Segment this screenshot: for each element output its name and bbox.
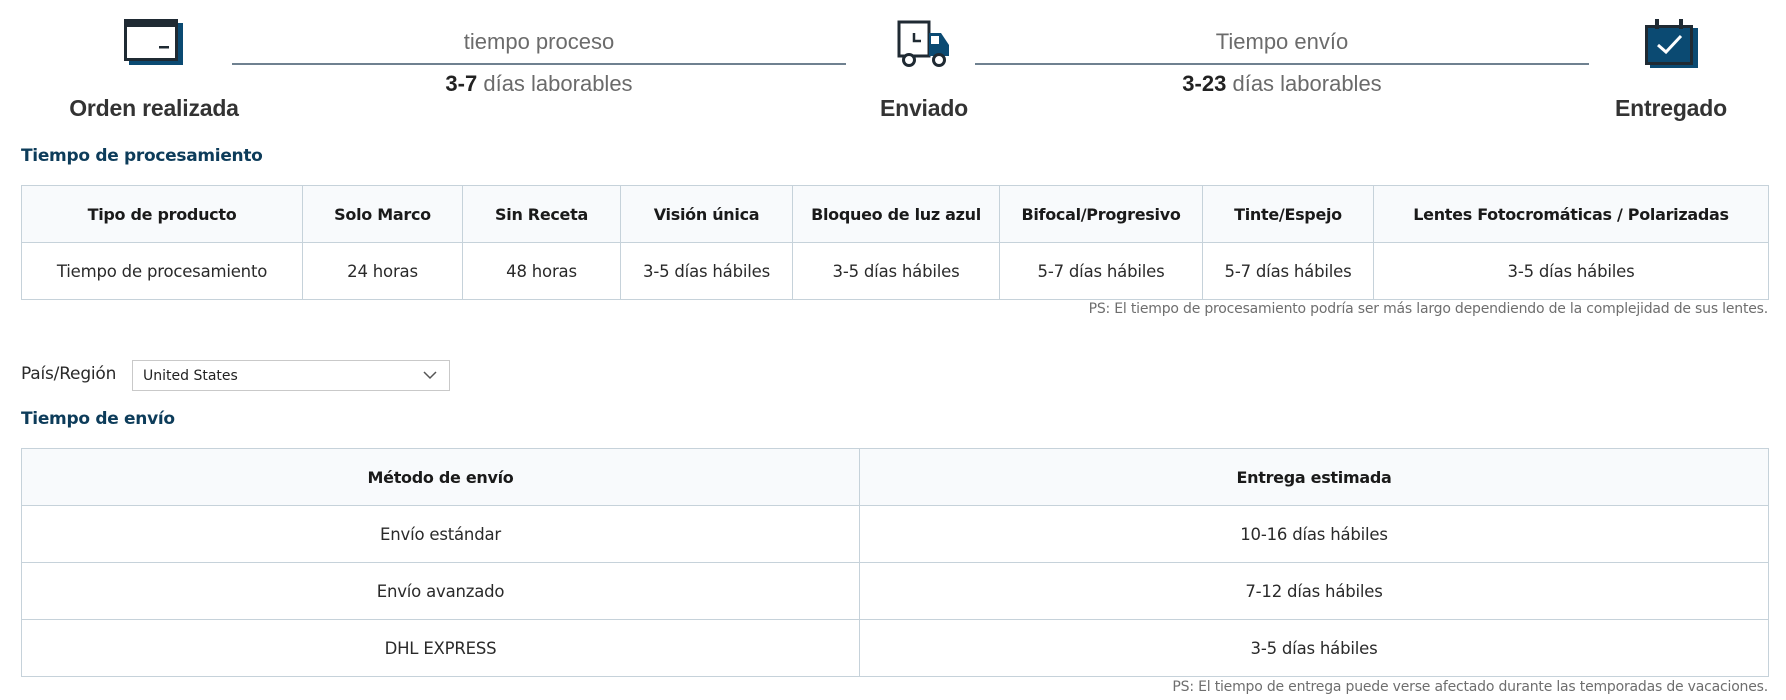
table-row: Envío estándar 10-16 días hábiles [21,505,1769,563]
country-label: País/Región [21,364,117,384]
header-cell: Visión única [620,185,793,243]
header-cell: Bloqueo de luz azul [792,185,1000,243]
segment-days: 3-23 días laborables [975,71,1589,97]
stage-label: Orden realizada [69,95,239,121]
credit-card-icon [123,19,185,74]
country-selected-value: United States [143,367,238,384]
segment-title: Tiempo envío [1215,29,1349,54]
header-cell: Bifocal/Progresivo [999,185,1203,243]
shipping-note: PS: El tiempo de entrega puede verse afe… [1172,679,1768,695]
segment-days-unit: días laborables [1232,71,1382,96]
stage-label: Entregado [1615,95,1727,121]
table-cell: 5-7 días hábiles [1202,242,1374,300]
chevron-down-icon [423,371,437,380]
shipping-time-segment: Tiempo envío 3-23 días laborables [975,28,1589,97]
segment-days-range: 3-7 [445,71,478,96]
table-cell: 3-5 días hábiles [859,619,1769,677]
stage-delivered: Entregado [1571,19,1771,122]
header-cell: Solo Marco [302,185,463,243]
segment-line [975,63,1589,65]
table-cell: 10-16 días hábiles [859,505,1769,563]
stage-label: Enviado [879,95,969,121]
table-cell: 48 horas [462,242,621,300]
table-header-row: Método de envío Entrega estimada [21,448,1769,506]
table-cell: Envío estándar [21,505,860,563]
segment-days: 3-7 días laborables [232,71,846,97]
processing-note: PS: El tiempo de procesamiento podría se… [1088,301,1769,317]
table-cell: DHL EXPRESS [21,619,860,677]
calendar-check-icon [1643,19,1699,74]
segment-line [232,63,846,65]
processing-section-title: Tiempo de procesamiento [21,146,263,166]
header-cell: Entrega estimada [859,448,1769,506]
table-cell: 5-7 días hábiles [999,242,1203,300]
table-cell: Envío avanzado [21,562,860,620]
header-cell: Tinte/Espejo [1202,185,1374,243]
segment-days-unit: días laborables [483,71,633,96]
country-select[interactable]: United States [132,360,450,391]
table-row: Envío avanzado 7-12 días hábiles [21,562,1769,620]
table-row: DHL EXPRESS 3-5 días hábiles [21,619,1769,677]
table-row: Tiempo de procesamiento 24 horas 48 hora… [21,242,1769,300]
segment-title: tiempo proceso [463,29,615,54]
table-cell: 3-5 días hábiles [1373,242,1769,300]
table-cell: 3-5 días hábiles [792,242,1000,300]
segment-days-range: 3-23 [1182,71,1227,96]
table-cell: 24 horas [302,242,463,300]
stage-order-placed: Orden realizada [54,19,254,122]
table-cell: 7-12 días hábiles [859,562,1769,620]
table-cell: 3-5 días hábiles [620,242,793,300]
delivery-truck-icon [897,19,951,74]
table-cell: Tiempo de procesamiento [21,242,303,300]
shipping-section-title: Tiempo de envío [21,409,175,429]
processing-time-table: Tipo de producto Solo Marco Sin Receta V… [21,185,1769,300]
shipping-time-table: Método de envío Entrega estimada Envío e… [21,448,1769,677]
table-header-row: Tipo de producto Solo Marco Sin Receta V… [21,185,1769,243]
header-cell: Método de envío [21,448,860,506]
header-cell: Sin Receta [462,185,621,243]
order-timeline: Orden realizada tiempo proceso 3-7 días … [0,0,1786,125]
header-cell: Tipo de producto [21,185,303,243]
header-cell: Lentes Fotocromáticas / Polarizadas [1373,185,1769,243]
processing-time-segment: tiempo proceso 3-7 días laborables [232,28,846,97]
